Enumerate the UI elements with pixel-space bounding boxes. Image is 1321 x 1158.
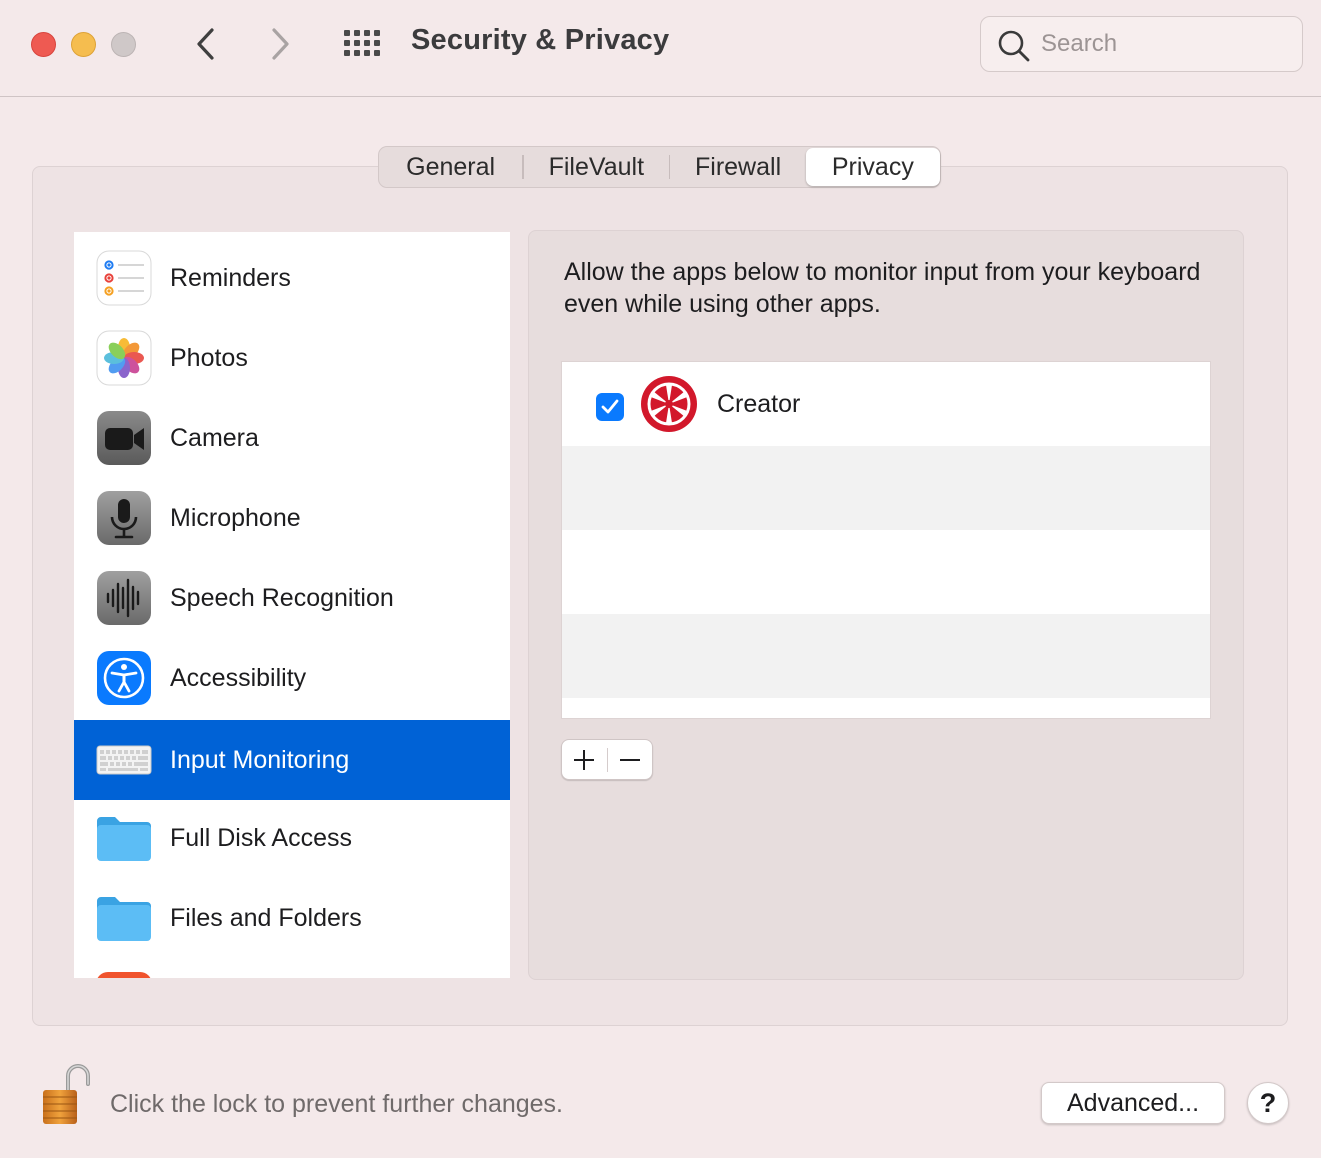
table-row-empty: [562, 530, 1210, 614]
table-row[interactable]: Creator: [562, 362, 1210, 446]
creator-app-icon: [641, 376, 697, 432]
sidebar-item-camera[interactable]: Camera: [74, 398, 510, 478]
sidebar-item-label: Speech Recognition: [170, 583, 394, 612]
chevron-right-icon: [272, 28, 289, 60]
sidebar-item-full-disk-access[interactable]: Full Disk Access: [74, 798, 510, 878]
app-name: Creator: [717, 390, 801, 418]
checkmark-icon: [601, 399, 619, 414]
minimize-window-button[interactable]: [71, 32, 96, 57]
minus-icon: [619, 758, 640, 761]
sidebar-item-reminders[interactable]: Reminders: [74, 238, 510, 318]
plus-icon: [574, 749, 595, 770]
sidebar-item-label: Camera: [170, 423, 259, 452]
forward-button[interactable]: [260, 24, 300, 64]
title-bar: Security & Privacy: [0, 0, 1321, 97]
microphone-icon: [95, 489, 153, 547]
sidebar-item-photos[interactable]: Photos: [74, 318, 510, 398]
keyboard-icon: [95, 731, 153, 789]
sidebar-item-label: Input Monitoring: [170, 745, 350, 774]
privacy-category-list[interactable]: Reminders Photos Camera Microphone Speec…: [74, 232, 510, 978]
folder-icon: [95, 889, 153, 947]
unlocked-padlock-icon: [43, 1064, 90, 1124]
add-app-button[interactable]: [562, 740, 607, 779]
window-title: Security & Privacy: [411, 24, 670, 56]
chevron-left-icon: [197, 28, 214, 60]
sidebar-item-files-and-folders[interactable]: Files and Folders: [74, 878, 510, 958]
add-remove-control: [561, 739, 653, 780]
tab-general[interactable]: General: [379, 148, 522, 186]
advanced-button[interactable]: Advanced...: [1041, 1082, 1225, 1124]
sidebar-item-speech-recognition[interactable]: Speech Recognition: [74, 558, 510, 638]
close-window-button[interactable]: [31, 32, 56, 57]
tab-filevault[interactable]: FileVault: [524, 148, 669, 186]
speech-recognition-icon: [95, 569, 153, 627]
search-icon: [998, 30, 1030, 62]
sidebar-item-input-monitoring[interactable]: Input Monitoring: [74, 720, 510, 800]
sidebar-item-label: Microphone: [170, 503, 301, 532]
sidebar-item-microphone[interactable]: Microphone: [74, 478, 510, 558]
photos-icon: [95, 329, 153, 387]
next-item-icon: [96, 972, 152, 978]
sidebar-item-label: Accessibility: [170, 663, 307, 692]
zoom-window-button[interactable]: [111, 32, 136, 57]
input-monitoring-description: Allow the apps below to monitor input fr…: [564, 258, 1201, 318]
tab-privacy[interactable]: Privacy: [805, 148, 940, 186]
search-field[interactable]: [980, 16, 1303, 72]
table-row-empty: [562, 446, 1210, 530]
reminders-icon: [95, 249, 153, 307]
search-input[interactable]: [1041, 27, 1281, 61]
folder-icon: [95, 809, 153, 867]
accessibility-icon: [95, 649, 153, 707]
sidebar-item-label: Full Disk Access: [170, 823, 352, 852]
lock-button[interactable]: [40, 1062, 94, 1126]
remove-app-button[interactable]: [607, 740, 652, 779]
sidebar-item-label: Files and Folders: [170, 903, 362, 932]
lock-status-text: Click the lock to prevent further change…: [110, 1090, 564, 1118]
sidebar-item-label: Reminders: [170, 263, 291, 292]
camera-icon: [95, 409, 153, 467]
back-button[interactable]: [186, 24, 226, 64]
show-all-grid-button[interactable]: [342, 28, 382, 60]
app-enabled-checkbox[interactable]: [596, 393, 624, 421]
tab-firewall[interactable]: Firewall: [670, 148, 805, 186]
tab-bar: General FileVault Firewall Privacy: [378, 146, 941, 188]
help-button[interactable]: ?: [1247, 1082, 1289, 1124]
sidebar-item-accessibility[interactable]: Accessibility: [74, 638, 510, 718]
sidebar-item-label: Photos: [170, 343, 248, 372]
app-list[interactable]: Creator: [561, 361, 1211, 719]
table-row-empty: [562, 614, 1210, 698]
